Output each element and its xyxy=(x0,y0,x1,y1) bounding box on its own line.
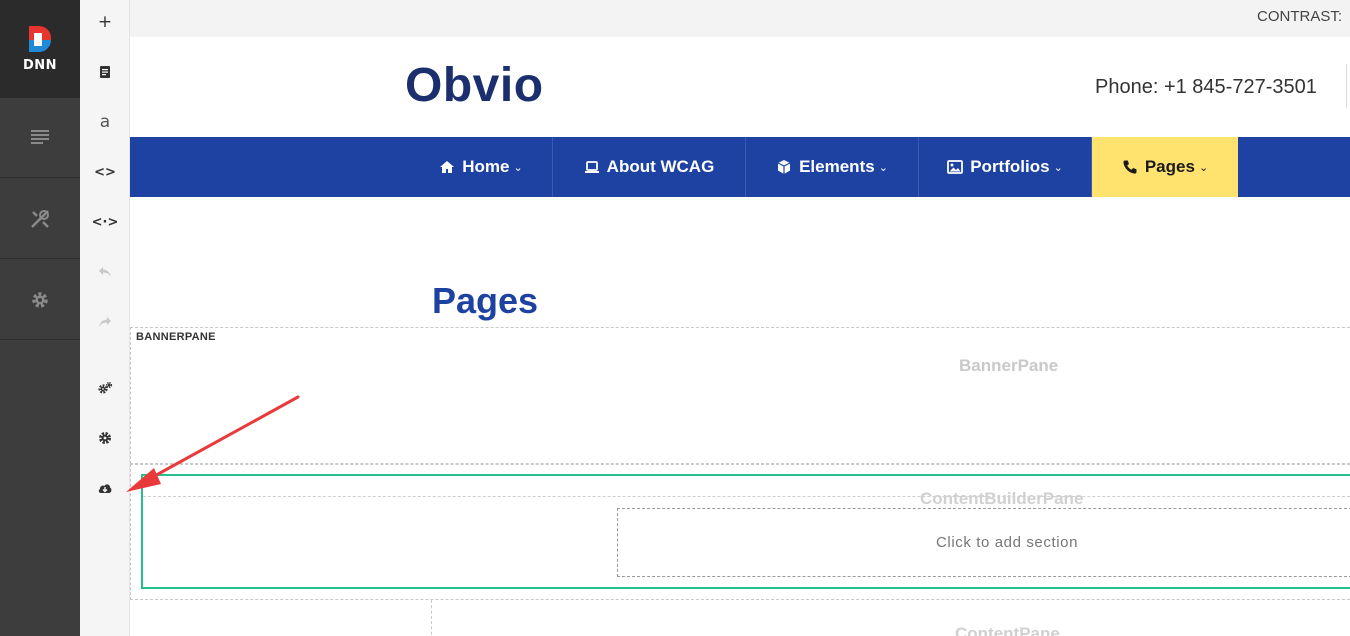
plus-icon: + xyxy=(97,12,113,32)
chevron-down-icon: ⌄ xyxy=(513,161,523,174)
dnn-logo-text: DNN xyxy=(22,58,58,73)
nav-item-pages[interactable]: Pages ⌄ xyxy=(1092,137,1238,197)
page-title: Pages xyxy=(432,280,539,321)
persona-settings[interactable] xyxy=(0,260,80,340)
nav-item-portfolios[interactable]: Portfolios ⌄ xyxy=(919,137,1092,197)
nav-item-elements[interactable]: Elements ⌄ xyxy=(746,137,919,197)
document-icon xyxy=(100,66,110,78)
cogs-icon xyxy=(98,381,113,394)
image-icon xyxy=(947,160,964,174)
accessibility-bar: CONTRAST: xyxy=(130,0,1350,37)
page-settings-button[interactable] xyxy=(80,368,130,408)
page-content: CONTRAST: Obvio Phone: +1 845-727-3501 H… xyxy=(130,0,1350,636)
content-builder-pane-name: ContentBuilderPane xyxy=(920,489,1084,508)
edit-toolbar: + a <> <·> xyxy=(80,0,130,636)
code-button[interactable]: <> xyxy=(80,152,130,192)
redo-icon xyxy=(99,317,111,327)
chevron-down-icon: ⌄ xyxy=(1198,161,1209,174)
code-icon: <> xyxy=(94,164,116,180)
persona-content[interactable] xyxy=(0,98,80,178)
settings-button[interactable] xyxy=(80,418,130,458)
settings-icon xyxy=(32,291,48,308)
content-pane-left-column xyxy=(130,600,432,636)
phone-icon xyxy=(1123,160,1137,174)
nav-label-home: Home xyxy=(462,157,510,176)
nav-label-elements: Elements xyxy=(799,157,875,176)
banner-pane[interactable]: BANNERPANE BannerPane xyxy=(130,327,1350,464)
nav-label-pages: Pages xyxy=(1144,157,1195,176)
nav-label-about-wcag: About WCAG xyxy=(606,157,715,176)
nav-item-home[interactable]: Home ⌄ xyxy=(410,137,553,197)
cube-icon xyxy=(777,160,791,174)
chevron-down-icon: ⌄ xyxy=(1053,161,1063,174)
dnn-logo-icon xyxy=(29,26,51,52)
nav-label-portfolios: Portfolios xyxy=(970,157,1050,176)
laptop-icon xyxy=(584,161,599,173)
banner-pane-tag: BANNERPANE xyxy=(136,331,216,343)
undo-icon xyxy=(99,267,111,277)
dnn-logo[interactable]: DNN xyxy=(0,0,80,98)
chevron-down-icon: ⌄ xyxy=(878,161,888,174)
persona-tools[interactable] xyxy=(0,179,80,259)
header-divider xyxy=(1346,64,1347,108)
cloud-download-icon xyxy=(98,484,112,493)
expand-code-button[interactable]: <·> xyxy=(80,202,130,242)
banner-pane-name: BannerPane xyxy=(959,356,1059,375)
text-button[interactable]: a xyxy=(80,102,130,142)
nav-item-about-wcag[interactable]: About WCAG xyxy=(553,137,746,197)
add-existing-module-button[interactable] xyxy=(80,52,130,92)
save-template-button[interactable] xyxy=(80,468,130,508)
redo-button[interactable] xyxy=(80,302,130,342)
site-logo[interactable]: Obvio xyxy=(405,58,544,113)
content-icon xyxy=(31,129,49,144)
home-icon xyxy=(440,161,455,173)
add-section-button[interactable]: Click to add section xyxy=(617,508,1350,577)
phone-number: Phone: +1 845-727-3501 xyxy=(1095,76,1317,98)
gear-icon xyxy=(99,432,111,444)
contrast-toggle[interactable]: CONTRAST: xyxy=(1257,8,1342,25)
text-icon: a xyxy=(99,112,111,132)
undo-button[interactable] xyxy=(80,252,130,292)
content-pane-name: ContentPane xyxy=(955,624,1060,636)
add-section-label: Click to add section xyxy=(936,534,1079,551)
expand-code-icon: <·> xyxy=(91,214,119,230)
content-builder-divider xyxy=(143,496,1350,497)
add-module-button[interactable]: + xyxy=(80,2,130,42)
main-navigation: Home ⌄ About WCAG Elements ⌄ Portfolios … xyxy=(130,137,1350,197)
tools-icon xyxy=(31,209,49,228)
persona-bar: DNN xyxy=(0,0,80,636)
